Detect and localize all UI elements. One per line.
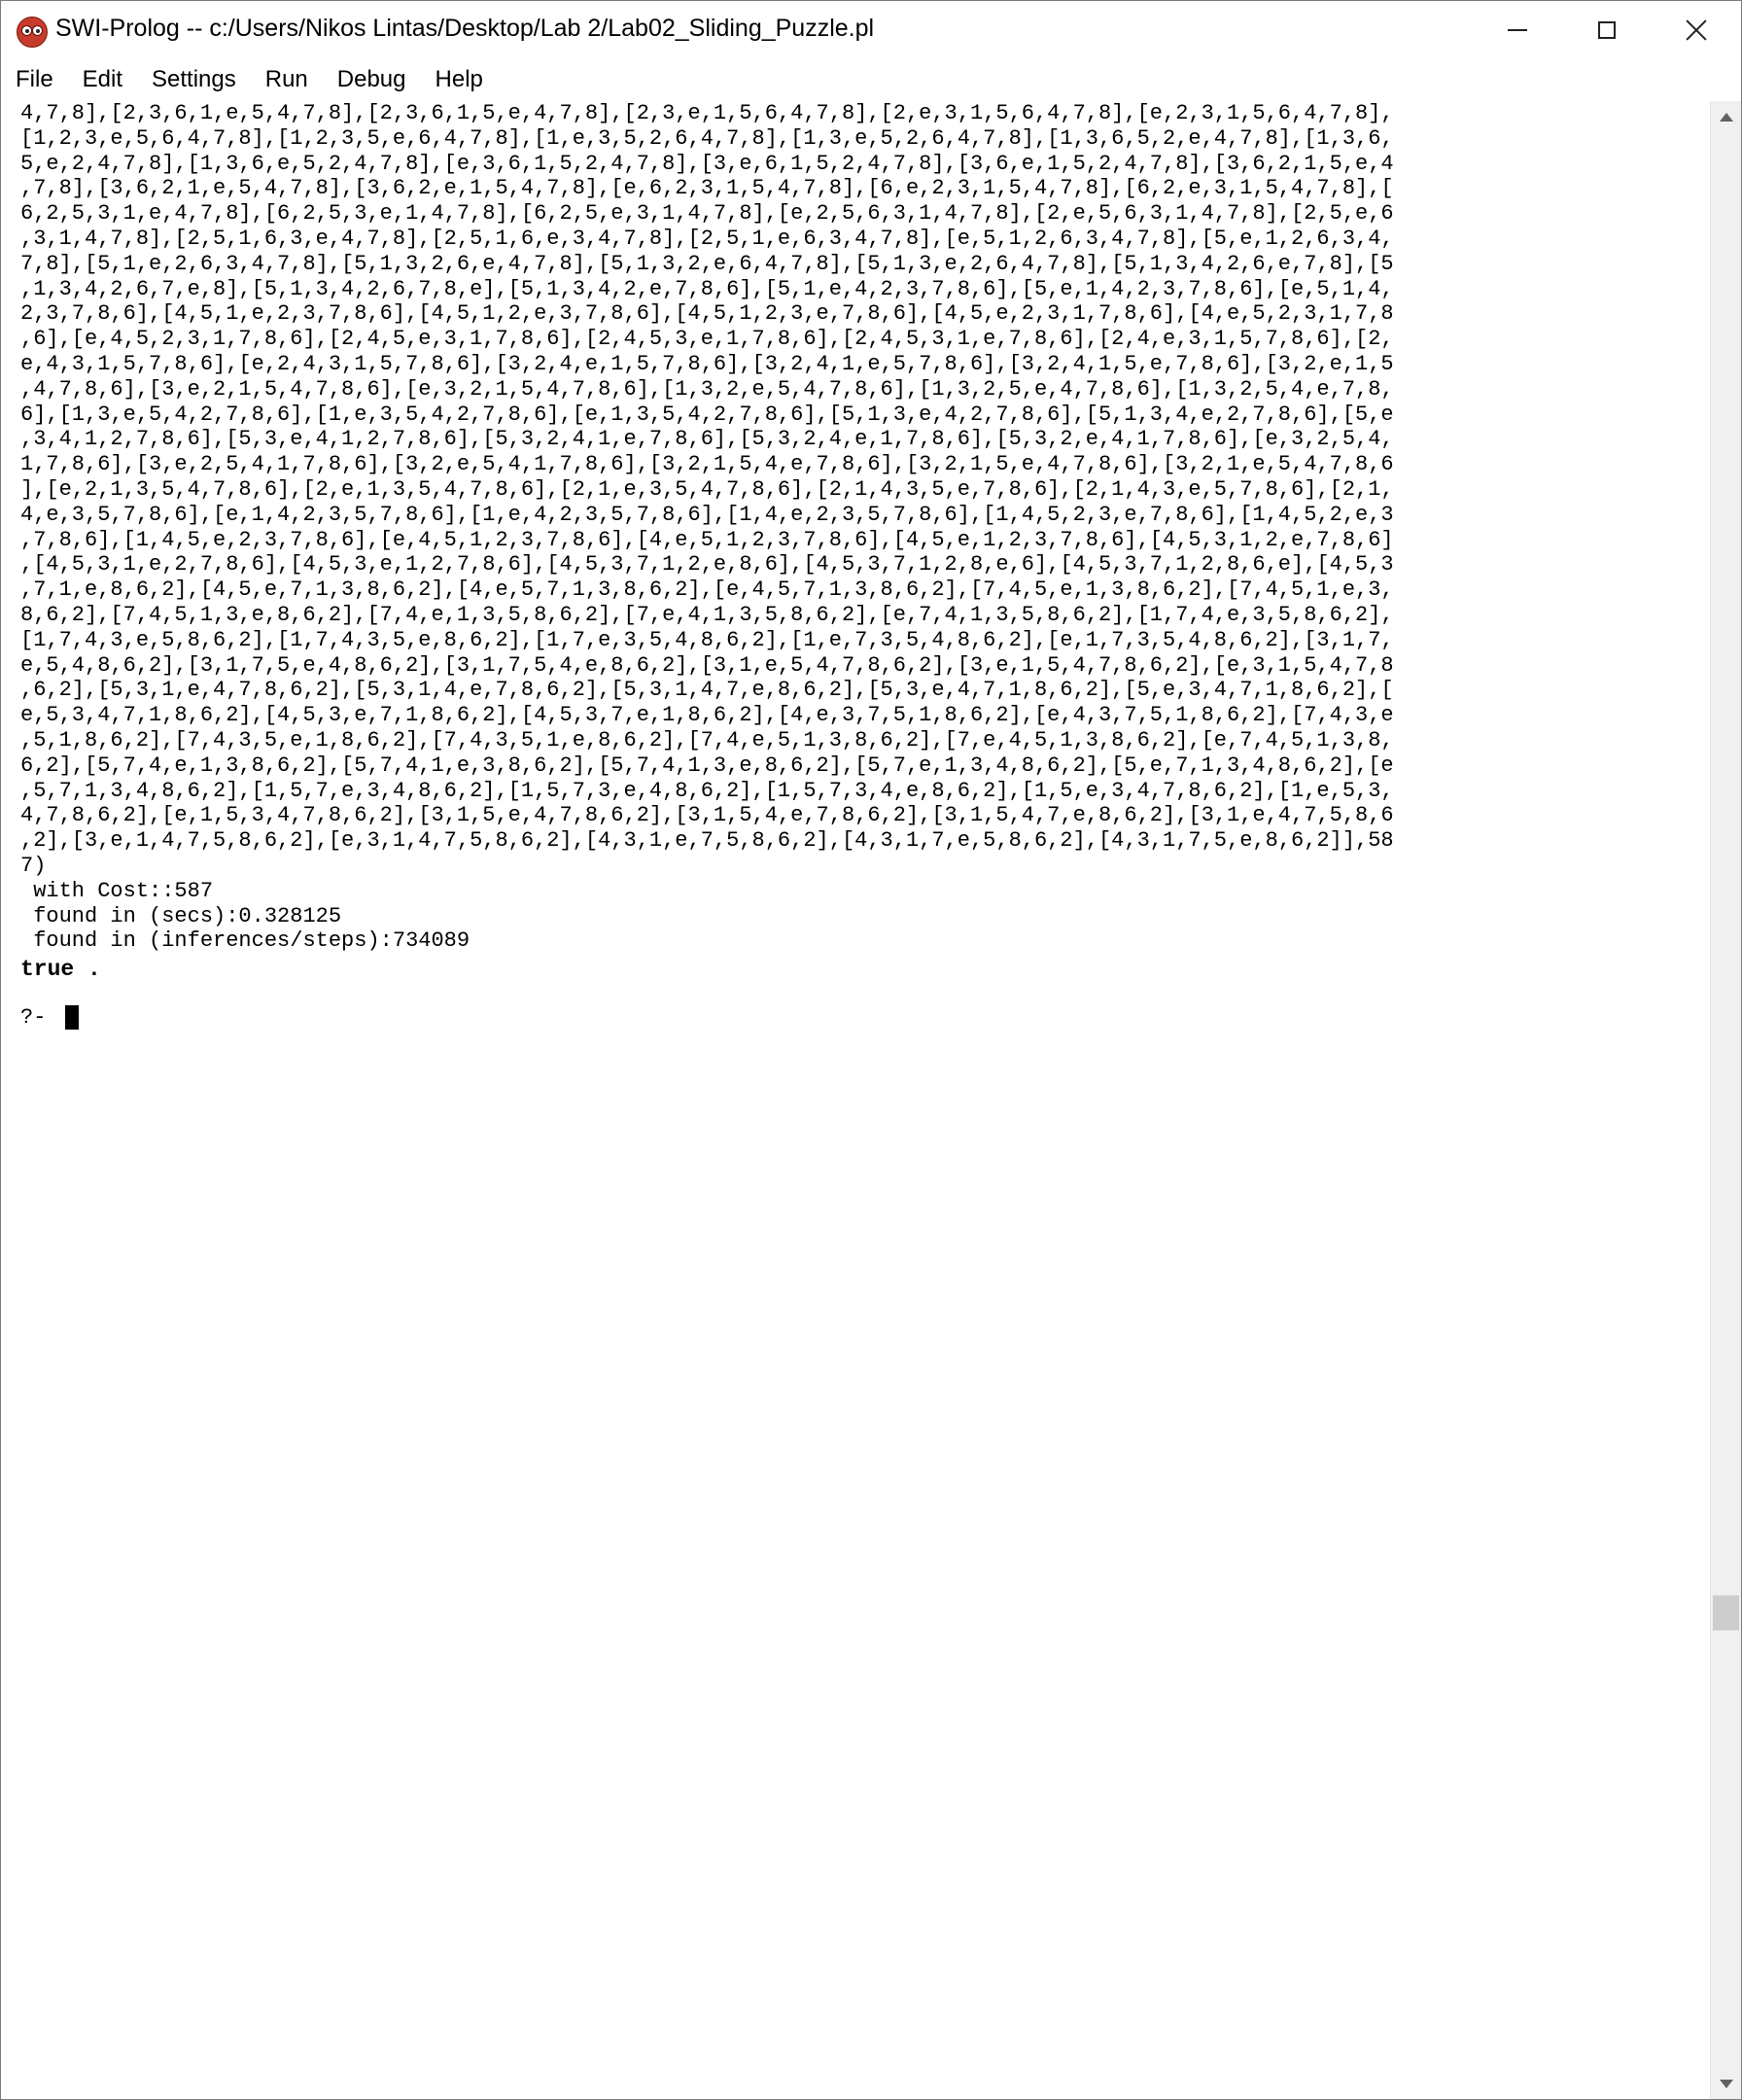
close-button[interactable]: [1652, 1, 1741, 59]
owl-right-eye: [32, 25, 43, 36]
menu-bar: File Edit Settings Run Debug Help: [1, 61, 1741, 98]
console-line: ,5,1,8,6,2],[7,4,3,5,e,1,8,6,2],[7,4,3,5…: [20, 727, 1394, 752]
console-line: 6,2,5,3,1,e,4,7,8],[6,2,5,3,e,1,4,7,8],[…: [20, 201, 1394, 227]
text-cursor: [64, 1005, 79, 1030]
console-line: 1,7,8,6],[3,e,2,5,4,1,7,8,6],[3,2,e,5,4,…: [20, 452, 1394, 477]
console-line: found in (secs):0.328125: [20, 903, 342, 928]
menu-run[interactable]: Run: [265, 66, 308, 93]
console-line: 7): [20, 853, 47, 878]
console-line: e,4,3,1,5,7,8,6],[e,2,4,3,1,5,7,8,6],[3,…: [20, 351, 1394, 376]
console-line: ,5,7,1,3,4,8,6,2],[1,5,7,e,3,4,8,6,2],[1…: [20, 778, 1394, 803]
console-line: ,4,7,8,6],[3,e,2,1,5,4,7,8,6],[e,3,2,1,5…: [20, 376, 1394, 402]
scroll-up-button[interactable]: [1711, 101, 1741, 132]
console-line: ,6,2],[5,3,1,e,4,7,8,6,2],[5,3,1,4,e,7,8…: [20, 678, 1394, 703]
console-line: ,6],[e,4,5,2,3,1,7,8,6],[2,4,5,e,3,1,7,8…: [20, 327, 1394, 352]
console-output: 4,7,8],[2,3,6,1,e,5,4,7,8],[2,3,6,1,5,e,…: [20, 101, 1394, 954]
scroll-down-icon: [1719, 2079, 1733, 2088]
console-area[interactable]: 4,7,8],[2,3,6,1,e,5,4,7,8],[2,3,6,1,5,e,…: [1, 101, 1710, 2099]
query-prompt[interactable]: ?-: [20, 1005, 79, 1030]
close-icon: [1685, 18, 1708, 42]
console-line: 5,e,2,4,7,8],[1,3,6,e,5,2,4,7,8],[e,3,6,…: [20, 151, 1394, 176]
console-line: 4,7,8,6,2],[e,1,5,3,4,7,8,6,2],[3,1,5,e,…: [20, 803, 1394, 828]
menu-edit[interactable]: Edit: [83, 66, 122, 93]
console-line: ,7,8],[3,6,2,1,e,5,4,7,8],[3,6,2,e,1,5,4…: [20, 176, 1394, 201]
prompt-text: ?-: [20, 1005, 59, 1030]
console-line: 7,8],[5,1,e,2,6,3,4,7,8],[5,1,3,2,6,e,4,…: [20, 251, 1394, 276]
console-line: ,2],[3,e,1,4,7,5,8,6,2],[e,3,1,4,7,5,8,6…: [20, 828, 1394, 854]
owl-left-eye: [21, 25, 32, 36]
minimize-icon: [1508, 29, 1527, 31]
scroll-down-button[interactable]: [1711, 2068, 1741, 2099]
console-line: 4,7,8],[2,3,6,1,e,5,4,7,8],[2,3,6,1,5,e,…: [20, 101, 1394, 125]
console-line: 8,6,2],[7,4,5,1,3,e,8,6,2],[7,4,e,1,3,5,…: [20, 602, 1394, 627]
console-line: [1,7,4,3,e,5,8,6,2],[1,7,4,3,5,e,8,6,2],…: [20, 627, 1394, 652]
console-line: 6,2],[5,7,4,e,1,3,8,6,2],[5,7,4,1,e,3,8,…: [20, 752, 1394, 778]
console-line: found in (inferences/steps):734089: [20, 928, 470, 954]
scrollbar-thumb[interactable]: [1713, 1595, 1739, 1631]
console-line: [1,2,3,e,5,6,4,7,8],[1,2,3,5,e,6,4,7,8],…: [20, 125, 1394, 151]
menu-settings[interactable]: Settings: [152, 66, 236, 93]
query-result: true .: [20, 957, 101, 982]
vertical-scrollbar[interactable]: [1710, 101, 1741, 2099]
console-line: ,7,1,e,8,6,2],[4,5,e,7,1,3,8,6,2],[4,e,5…: [20, 578, 1394, 603]
minimize-button[interactable]: [1473, 1, 1562, 59]
console-line: 2,3,7,8,6],[4,5,1,e,2,3,7,8,6],[4,5,1,2,…: [20, 301, 1394, 327]
console-line: ,1,3,4,2,6,7,e,8],[5,1,3,4,2,6,7,8,e],[5…: [20, 276, 1394, 301]
prolog-window: SWI-Prolog -- c:/Users/Nikos Lintas/Desk…: [0, 0, 1742, 2100]
console-line: ,3,4,1,2,7,8,6],[5,3,e,4,1,2,7,8,6],[5,3…: [20, 427, 1394, 452]
maximize-icon: [1598, 21, 1616, 39]
menu-file[interactable]: File: [16, 66, 53, 93]
console-line: e,5,4,8,6,2],[3,1,7,5,e,4,8,6,2],[3,1,7,…: [20, 652, 1394, 678]
console-line: ,7,8,6],[1,4,5,e,2,3,7,8,6],[e,4,5,1,2,3…: [20, 527, 1394, 552]
console-line: ,[4,5,3,1,e,2,7,8,6],[4,5,3,e,1,2,7,8,6]…: [20, 552, 1394, 578]
maximize-button[interactable]: [1562, 1, 1652, 59]
title-bar[interactable]: SWI-Prolog -- c:/Users/Nikos Lintas/Desk…: [1, 1, 1741, 59]
swi-prolog-owl-icon[interactable]: [17, 17, 48, 48]
console-line: ],[e,2,1,3,5,4,7,8,6],[2,e,1,3,5,4,7,8,6…: [20, 476, 1394, 502]
menu-debug[interactable]: Debug: [337, 66, 406, 93]
console-line: 4,e,3,5,7,8,6],[e,1,4,2,3,5,7,8,6],[1,e,…: [20, 502, 1394, 527]
scroll-up-icon: [1719, 112, 1733, 122]
menu-help[interactable]: Help: [436, 66, 483, 93]
window-title: SWI-Prolog -- c:/Users/Nikos Lintas/Desk…: [55, 15, 875, 42]
console-line: ,3,1,4,7,8],[2,5,1,6,3,e,4,7,8],[2,5,1,6…: [20, 226, 1394, 251]
console-line: with Cost::587: [20, 878, 214, 903]
console-line: e,5,3,4,7,1,8,6,2],[4,5,3,e,7,1,8,6,2],[…: [20, 703, 1394, 728]
console-line: 6],[1,3,e,5,4,2,7,8,6],[1,e,3,5,4,2,7,8,…: [20, 402, 1394, 427]
